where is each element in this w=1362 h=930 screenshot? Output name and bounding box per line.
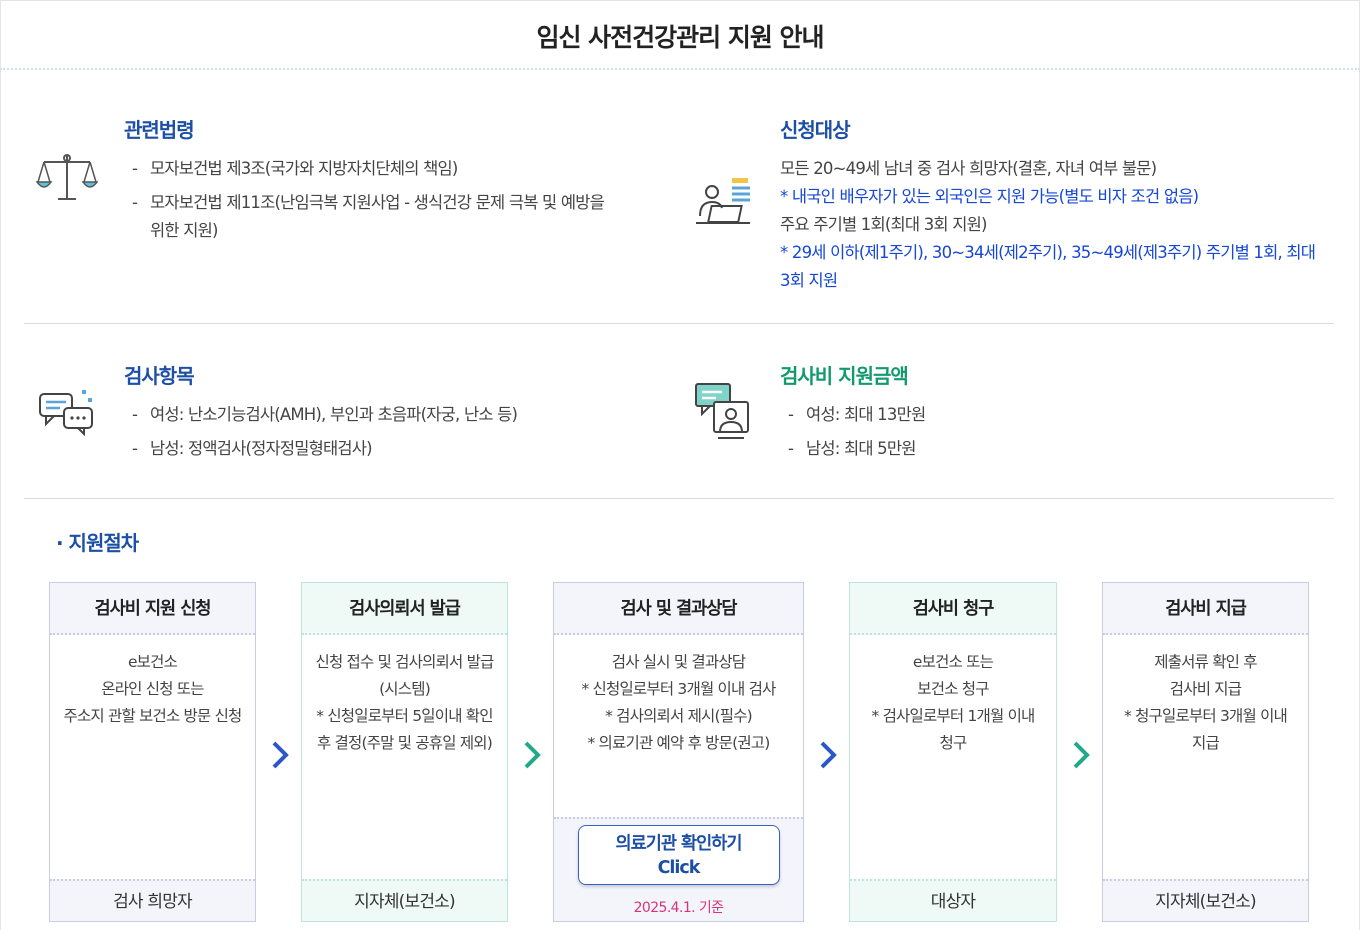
step-payment: 검사비 지급 제출서류 확인 후 검사비 지급 * 청구일로부터 3개월 이내 … [1102,582,1309,922]
amount-title: 검사비 지원금액 [780,364,909,388]
target-title: 신청대상 [780,118,851,142]
procedure-title: · 지원절차 [56,531,139,555]
step-footer: 의료기관 확인하기 Click 2025.4.1. 기준 [554,817,803,921]
tests-section: 검사항목 - 여성: 난소기능검사(AMH), 부인과 초음파(자궁, 난소 등)… [124,360,664,469]
target-note: * 내국인 배우자가 있는 외국인은 지원 가능(별도 비자 조건 없음) [780,187,1199,206]
chevron-right-icon [524,741,541,769]
chevron-right-icon [820,741,837,769]
step-claim: 검사비 청구 e보건소 또는 보건소 청구 * 검사일로부터 1개월 이내 청구… [849,582,1057,922]
consultation-icon [695,383,749,439]
amount-item: - 여성: 최대 13만원 [788,405,926,424]
tests-item: - 여성: 난소기능검사(AMH), 부인과 초음파(자궁, 난소 등) [132,405,518,424]
step-footer: 검사 희망자 [50,879,255,921]
section-divider [24,323,1334,324]
step-footer: 대상자 [850,879,1056,921]
step-body: 검사 실시 및 결과상담 * 신청일로부터 3개월 이내 검사 * 검사의뢰서 … [581,653,776,752]
step-title: 검사비 지급 [1103,583,1308,635]
amount-item: - 남성: 최대 5만원 [788,439,916,458]
step-title: 검사비 청구 [850,583,1056,635]
section-divider [24,498,1334,499]
law-section: 관련법령 - 모자보건법 제3조(국가와 지방자치단체의 책임) - 모자보건법 제… [124,114,664,251]
law-item-continued: 위한 지원) [150,221,218,240]
target-section: 신청대상 모든 20~49세 남녀 중 검사 희망자(결혼, 자녀 여부 불문)… [780,114,1340,295]
step-body: e보건소 또는 보건소 청구 * 검사일로부터 1개월 이내 청구 [871,653,1036,752]
chevron-right-icon [272,741,289,769]
reference-date: 2025.4.1. 기준 [633,900,724,916]
hospital-check-button[interactable]: 의료기관 확인하기 Click [577,825,780,885]
step-footer: 지자체(보건소) [302,879,507,921]
target-line: 모든 20~49세 남녀 중 검사 희망자(결혼, 자녀 여부 불문) [780,159,1157,178]
title-divider [0,68,1360,70]
person-laptop-icon [696,178,750,224]
step-body: 제출서류 확인 후 검사비 지급 * 청구일로부터 3개월 이내 지급 [1124,653,1288,752]
step-body: e보건소 온라인 신청 또는 주소지 관할 보건소 방문 신청 [63,653,242,725]
target-note-continued: 3회 지원 [780,271,838,290]
step-examination: 검사 및 결과상담 검사 실시 및 결과상담 * 신청일로부터 3개월 이내 검… [553,582,804,922]
target-line: 주요 주기별 1회(최대 3회 지원) [780,215,987,234]
step-referral: 검사의뢰서 발급 신청 접수 및 검사의뢰서 발급 (시스템) * 신청일로부터… [301,582,508,922]
chevron-right-icon [1073,741,1090,769]
law-item: - 모자보건법 제3조(국가와 지방자치단체의 책임) [132,159,458,178]
page-title: 임신 사전건강관리 지원 안내 [536,23,824,52]
tests-title: 검사항목 [124,364,195,388]
step-title: 검사 및 결과상담 [554,583,803,635]
law-title: 관련법령 [124,118,195,142]
tests-item: - 남성: 정액검사(정자정밀형태검사) [132,439,373,458]
scales-icon [36,154,98,200]
step-body: 신청 접수 및 검사의뢰서 발급 (시스템) * 신청일로부터 5일이내 확인 … [315,653,494,752]
step-title: 검사의뢰서 발급 [302,583,507,635]
amount-section: 검사비 지원금액 - 여성: 최대 13만원 - 남성: 최대 5만원 [780,360,1280,469]
chat-bubbles-icon [39,390,93,436]
law-item: - 모자보건법 제11조(난임극복 지원사업 - 생식건강 문제 극복 및 예방을 [132,193,605,212]
step-apply: 검사비 지원 신청 e보건소 온라인 신청 또는 주소지 관할 보건소 방문 신… [49,582,256,922]
target-note: * 29세 이하(제1주기), 30~34세(제2주기), 35~49세(제3주… [780,243,1316,262]
step-title: 검사비 지원 신청 [50,583,255,635]
step-footer: 지자체(보건소) [1103,879,1308,921]
